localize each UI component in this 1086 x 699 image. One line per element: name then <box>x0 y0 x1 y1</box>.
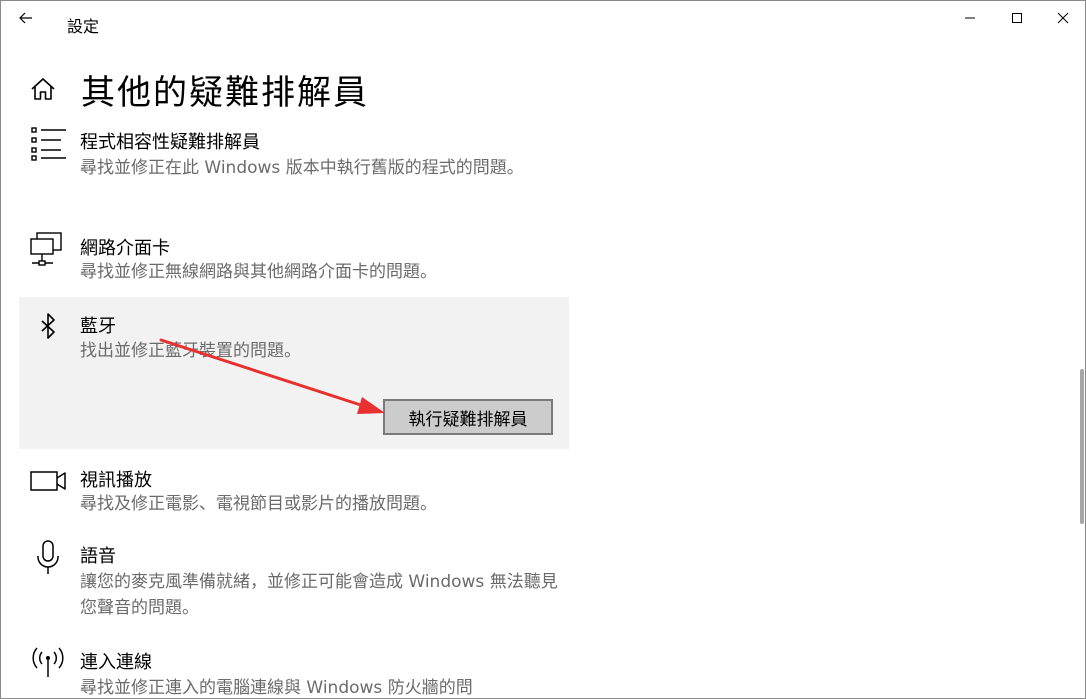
troubleshooter-speech[interactable]: 語音 讓您的麥克風準備就緒，並修正可能會造成 Windows 無法聽見您聲音的問… <box>19 537 569 627</box>
back-button[interactable] <box>11 3 41 33</box>
item-name: 藍牙 <box>80 316 116 337</box>
troubleshooter-bluetooth[interactable]: 藍牙 找出並修正藍牙裝置的問題。 執行疑難排解員 <box>19 297 569 449</box>
item-description: 尋找並修正無線網路與其他網路介面卡的問題。 <box>80 262 437 282</box>
troubleshooter-program-compatibility[interactable]: 程式相容性疑難排解員 尋找並修正在此 Windows 版本中執行舊版的程式的問題… <box>19 123 569 213</box>
close-button[interactable] <box>1040 1 1085 35</box>
close-icon <box>1057 12 1069 24</box>
item-description: 尋找並修正在此 Windows 版本中執行舊版的程式的問題。 <box>80 158 524 178</box>
item-description: 讓您的麥克風準備就緒，並修正可能會造成 Windows 無法聽見您聲音的問題。 <box>80 572 558 618</box>
item-name: 語音 <box>80 546 116 567</box>
scrollbar-thumb[interactable] <box>1080 369 1084 524</box>
item-description: 找出並修正藍牙裝置的問題。 <box>80 341 301 361</box>
item-name: 程式相容性疑難排解員 <box>80 132 260 153</box>
antenna-icon <box>32 647 64 677</box>
item-name: 網路介面卡 <box>80 238 170 259</box>
item-description: 尋找並修正連入的電腦連線與 Windows 防火牆的問 <box>80 678 473 698</box>
troubleshooter-incoming-connections[interactable]: 連入連線 尋找並修正連入的電腦連線與 Windows 防火牆的問 <box>19 641 569 698</box>
page-title: 其他的疑難排解員 <box>81 73 369 113</box>
troubleshooter-network-adapter[interactable]: 網路介面卡 尋找並修正無線網路與其他網路介面卡的問題。 <box>19 227 569 287</box>
settings-window: 設定 其他的疑難排解員 程式相容性疑難排解員 尋找並修正在此 Windows 版… <box>0 0 1086 699</box>
item-description: 尋找及修正電影、電視節目或影片的播放問題。 <box>80 494 437 514</box>
item-name: 視訊播放 <box>80 470 152 491</box>
back-arrow-icon <box>19 12 32 24</box>
bluetooth-icon <box>41 313 55 339</box>
home-icon[interactable] <box>29 75 57 103</box>
list-icon <box>31 127 66 161</box>
run-troubleshooter-button[interactable]: 執行疑難排解員 <box>383 399 553 435</box>
minimize-icon <box>965 17 975 19</box>
maximize-icon <box>1012 13 1022 23</box>
troubleshooter-video-playback[interactable]: 視訊播放 尋找及修正電影、電視節目或影片的播放問題。 <box>19 459 569 519</box>
title-bar: 設定 <box>1 1 1085 47</box>
maximize-button[interactable] <box>994 1 1040 35</box>
microphone-icon <box>37 540 59 574</box>
network-adapter-icon <box>30 232 62 266</box>
video-camera-icon <box>30 471 66 491</box>
minimize-button[interactable] <box>947 1 993 35</box>
item-name: 連入連線 <box>80 652 152 673</box>
window-title: 設定 <box>67 17 100 36</box>
